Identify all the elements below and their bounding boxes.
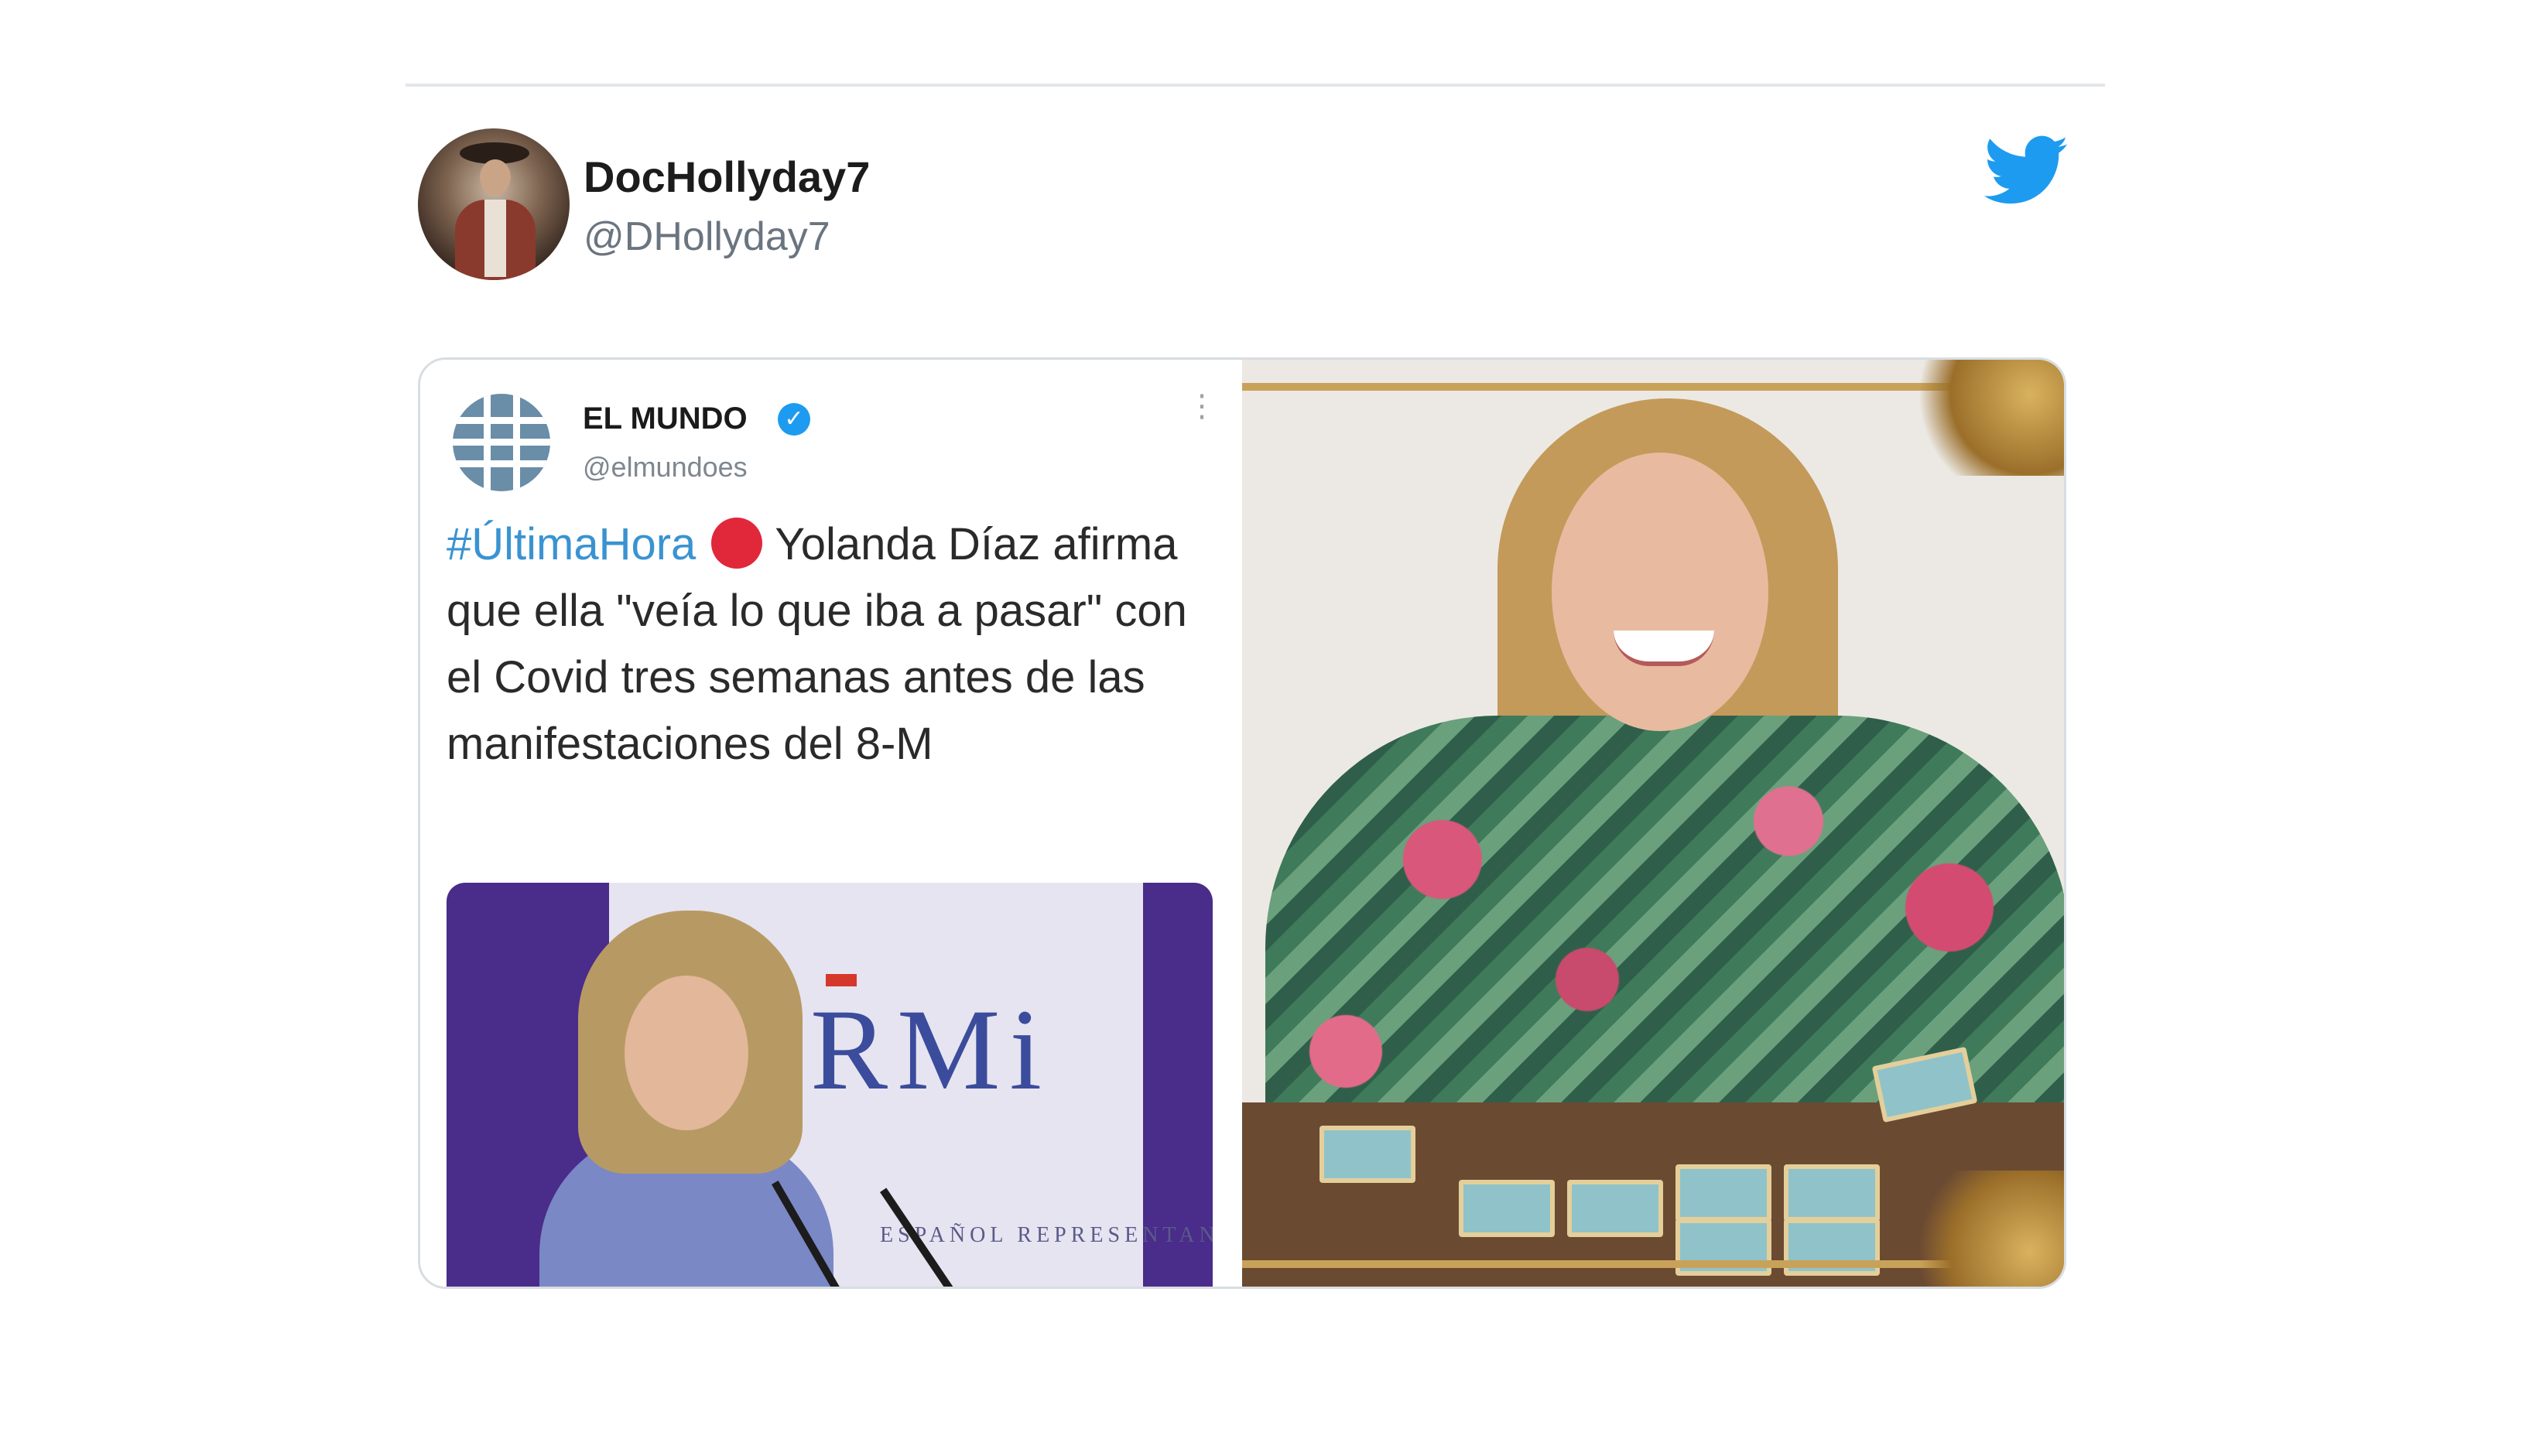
tarot-card [1319, 1126, 1415, 1183]
ornament-corner [1894, 1171, 2064, 1287]
user-handle[interactable]: @DHollyday7 [584, 214, 830, 260]
quoted-tweet-image[interactable]: EL MUNDO ✓ @elmundoes ⋮ #ÚltimaHora Yolan… [420, 360, 1241, 1287]
divider [406, 84, 2105, 87]
ornament-corner [1894, 360, 2064, 476]
quoted-text: #ÚltimaHora Yolanda Díaz afirma que ella … [447, 511, 1220, 778]
quoted-handle: @elmundoes [583, 451, 748, 483]
tarot-card [1675, 1164, 1771, 1222]
quoted-photo: RMi ESPAÑOL REPRESENTANTES [447, 883, 1213, 1287]
hashtag: #ÚltimaHora [447, 519, 697, 569]
user-avatar[interactable] [418, 128, 570, 280]
banner-text: RMi [810, 986, 1052, 1114]
tarot-card [1459, 1180, 1555, 1237]
tarot-card [1567, 1180, 1663, 1237]
quoted-name: EL MUNDO [583, 402, 748, 436]
tweet-embed: DocHollyday7 @DHollyday7 EL MUNDO ✓ @elm… [406, 84, 2105, 1290]
banner-subtext: ESPAÑOL REPRESENTANTES [880, 1223, 1213, 1247]
tarot-card [1784, 1164, 1880, 1222]
twitter-bird-icon[interactable] [1984, 135, 2069, 207]
verified-badge-icon: ✓ [778, 403, 810, 436]
red-circle-icon [711, 518, 763, 569]
more-options-icon: ⋮ [1186, 389, 1217, 423]
el-mundo-logo [453, 394, 550, 491]
tarot-photo[interactable] [1242, 360, 2064, 1287]
display-name[interactable]: DocHollyday7 [584, 152, 870, 202]
tweet-media[interactable]: EL MUNDO ✓ @elmundoes ⋮ #ÚltimaHora Yolan… [418, 357, 2066, 1289]
